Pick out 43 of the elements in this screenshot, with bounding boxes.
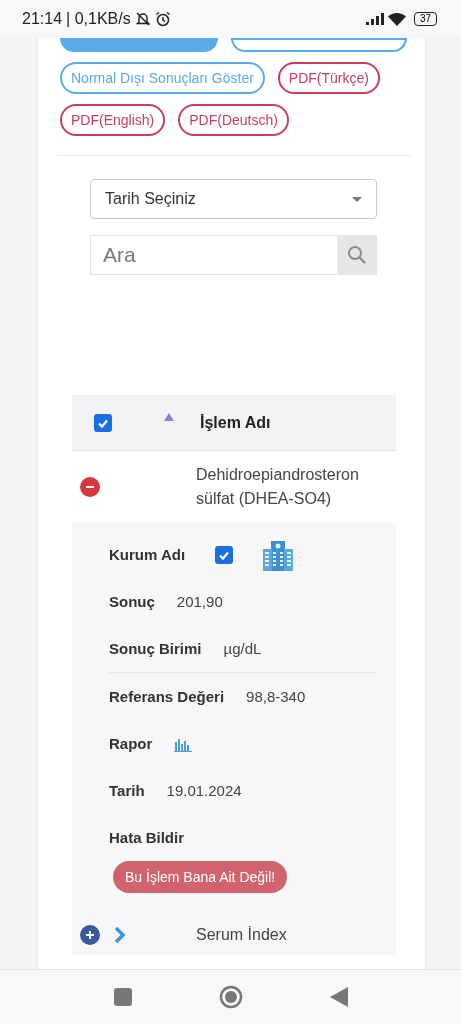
detail-value: 19.01.2024	[166, 782, 242, 799]
detail-label: Referans Değeri	[109, 688, 225, 705]
search-button[interactable]	[337, 235, 377, 275]
alarm-clock-icon	[154, 11, 171, 27]
recent-apps-icon[interactable]	[113, 988, 132, 1006]
caret-icon	[352, 196, 362, 202]
detail-label: Tarih	[109, 782, 145, 799]
report-error-button[interactable]: Bu İşlem Bana Ait Değil!	[113, 861, 288, 893]
filter-button[interactable]: PDF(Deutsch)	[178, 104, 289, 136]
expand-icon[interactable]	[80, 925, 100, 945]
search-icon	[347, 245, 367, 265]
column-header: İşlem Adı	[200, 413, 271, 432]
detail-value: µg/dL	[223, 640, 262, 657]
hospital-building-icon	[262, 538, 295, 571]
select-all-checkbox[interactable]	[94, 413, 112, 432]
detail-label: Sonuç	[109, 593, 155, 610]
battery-icon: 37	[413, 12, 437, 26]
muted-bell-icon	[134, 11, 151, 27]
search-field[interactable]: Ara	[90, 235, 337, 275]
home-icon[interactable]	[218, 985, 243, 1009]
back-icon[interactable]	[329, 987, 348, 1007]
detail-value: 98,8-340	[246, 688, 306, 705]
test-name: Dehidroepiandrosteron sülfat (DHEA-SO4)	[196, 465, 360, 509]
status-time: 21:14	[22, 10, 63, 28]
signal-icon	[365, 13, 384, 25]
network-speed: | 0,1KB/s	[66, 10, 131, 28]
sort-arrow-icon[interactable]	[164, 412, 174, 421]
detail-label: Hata Bildir	[109, 829, 184, 846]
date-dropdown[interactable]: Tarih Seçiniz	[90, 179, 377, 219]
filter-button[interactable]	[231, 38, 407, 52]
filter-button[interactable]: Normal Dışı Sonuçları Göster	[60, 62, 265, 94]
detail-value: 201,90	[176, 593, 223, 610]
wifi-icon	[387, 12, 406, 26]
filter-button[interactable]: PDF(Türkçe)	[277, 62, 380, 94]
institution-checkbox[interactable]	[215, 545, 234, 564]
detail-label: Kurum Adı	[109, 546, 186, 563]
chevron-icon[interactable]	[114, 926, 126, 944]
collapse-icon[interactable]	[80, 477, 100, 497]
test-name: Serum İndex	[196, 925, 287, 945]
detail-label: Rapor	[109, 735, 153, 752]
detail-label: Sonuç Birimi	[109, 640, 202, 657]
filter-button[interactable]: PDF(English)	[60, 104, 166, 136]
filter-button[interactable]	[60, 38, 218, 52]
